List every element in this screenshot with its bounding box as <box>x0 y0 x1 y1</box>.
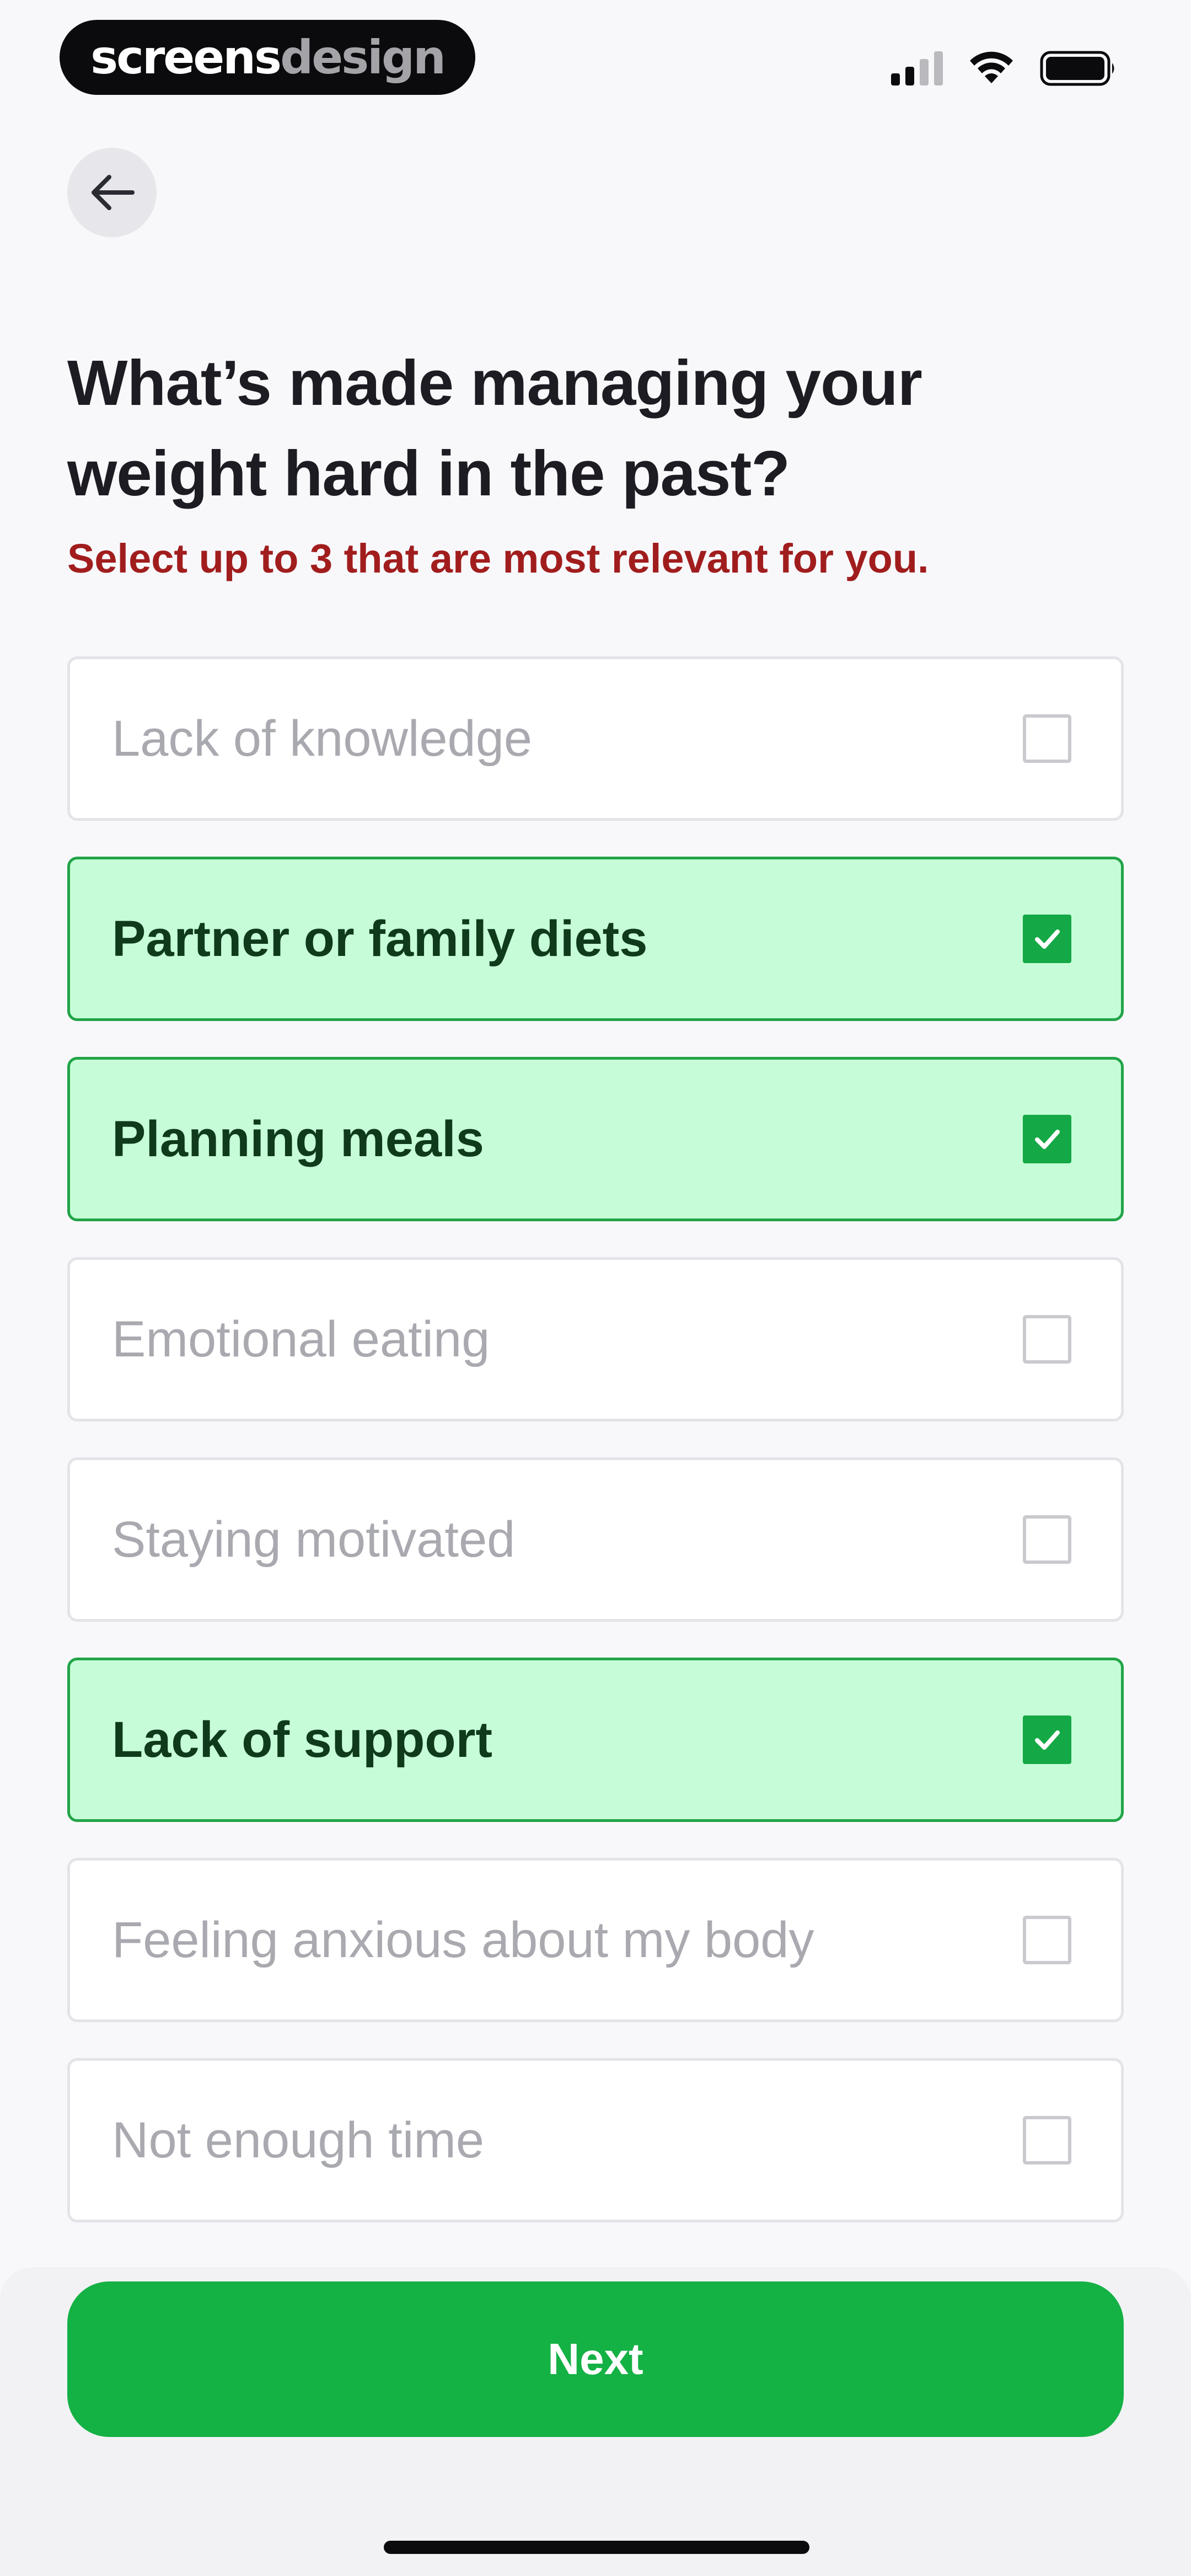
question-title: What’s made managing your weight hard in… <box>67 347 922 509</box>
checkbox[interactable] <box>1023 714 1071 763</box>
option-label: Emotional eating <box>112 1311 490 1367</box>
home-indicator <box>384 2541 809 2554</box>
battery-icon <box>1040 51 1114 86</box>
option-item[interactable]: Lack of knowledge <box>67 656 1124 821</box>
option-label: Staying motivated <box>112 1511 516 1568</box>
checkbox-checked[interactable] <box>1023 1115 1071 1163</box>
option-label: Not enough time <box>112 2112 485 2168</box>
checkbox-checked[interactable] <box>1023 1715 1071 1764</box>
cellular-signal-icon <box>891 51 943 85</box>
onboarding-screen: screens design What’s made managing your… <box>0 0 1191 2576</box>
option-item[interactable]: Staying motivated <box>67 1457 1124 1622</box>
options-list: Lack of knowledge Partner or family diet… <box>67 656 1124 2258</box>
option-label: Lack of knowledge <box>112 710 533 767</box>
status-icons <box>891 46 1117 90</box>
back-button[interactable] <box>67 148 157 237</box>
brand-logo: screens design <box>60 20 475 95</box>
option-label: Lack of support <box>112 1711 493 1768</box>
checkbox[interactable] <box>1023 1515 1071 1564</box>
status-bar: screens design <box>0 0 1191 110</box>
checkbox-checked[interactable] <box>1023 915 1071 963</box>
checkmark-icon <box>1035 929 1060 949</box>
arrow-left-icon <box>92 175 135 210</box>
brand-logo-part2: design <box>280 30 446 84</box>
option-item[interactable]: Lack of support <box>67 1658 1124 1822</box>
brand-logo-part1: screens <box>90 30 282 84</box>
option-label: Partner or family diets <box>112 910 648 967</box>
checkmark-icon <box>1035 1130 1060 1149</box>
next-button[interactable]: Next <box>67 2281 1124 2437</box>
option-item[interactable]: Planning meals <box>67 1057 1124 1221</box>
question-subtitle: Select up to 3 that are most relevant fo… <box>67 536 929 581</box>
checkbox[interactable] <box>1023 2116 1071 2165</box>
checkbox[interactable] <box>1023 1916 1071 1964</box>
option-item[interactable]: Feeling anxious about my body <box>67 1858 1124 2022</box>
option-item[interactable]: Not enough time <box>67 2058 1124 2222</box>
checkbox[interactable] <box>1023 1315 1071 1364</box>
option-item[interactable]: Partner or family diets <box>67 857 1124 1021</box>
option-item[interactable]: Emotional eating <box>67 1257 1124 1421</box>
option-label: Planning meals <box>112 1110 484 1167</box>
checkmark-icon <box>1035 1730 1060 1750</box>
wifi-icon <box>970 51 1013 83</box>
option-label: Feeling anxious about my body <box>112 1911 814 1968</box>
